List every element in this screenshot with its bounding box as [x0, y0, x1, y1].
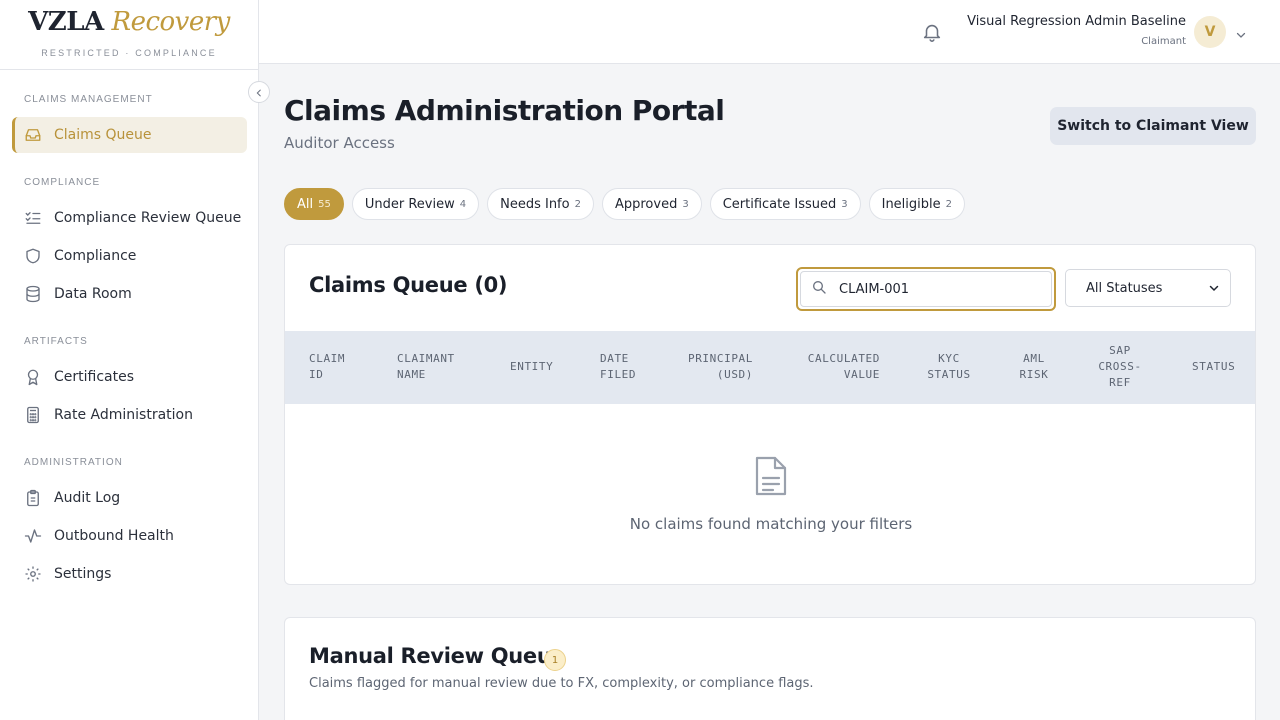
pulse-icon [24, 527, 42, 545]
sidebar-item-label: Claims Queue [54, 127, 152, 143]
database-icon [24, 285, 42, 303]
page-subtitle: Auditor Access [284, 134, 395, 152]
tab-certificate-issued[interactable]: Certificate Issued 3 [709, 188, 861, 220]
column-header-date-filed[interactable]: DATE FILED [600, 351, 636, 383]
status-filter-value: All Statuses [1086, 280, 1163, 296]
column-header-kyc-status[interactable]: KYC STATUS [919, 351, 979, 383]
chevron-down-icon [1208, 282, 1220, 298]
column-header-calculated-value[interactable]: CALCULATED VALUE [790, 351, 880, 383]
tab-label: Needs Info [500, 196, 570, 212]
status-filter-select[interactable]: All Statuses [1065, 269, 1231, 307]
tab-count: 2 [574, 198, 581, 210]
tab-label: Approved [614, 196, 678, 212]
table-header: CLAIM ID CLAIMANT NAME ENTITY DATE FILED… [285, 331, 1255, 404]
tab-label: Ineligible [881, 196, 941, 212]
nav-section-administration: ADMINISTRATION [24, 457, 123, 468]
status-tabs: All 55 Under Review 4 Needs Info 2 Approved… [284, 188, 966, 220]
sidebar: VZLA Recovery RESTRICTED · COMPLIANCE CL… [0, 0, 259, 720]
user-name: Visual Regression Admin Baseline [967, 14, 1186, 29]
search-input[interactable] [839, 281, 1019, 297]
tab-count: 4 [459, 198, 467, 210]
shield-icon [24, 247, 42, 265]
column-header-sap-cross-ref[interactable]: SAP CROSS- REF [1085, 343, 1155, 391]
empty-state-message: No claims found matching your filters [629, 515, 913, 533]
sidebar-item-label: Outbound Health [54, 528, 174, 544]
column-header-principal[interactable]: PRINCIPAL (USD) [675, 351, 753, 383]
top-bar: Visual Regression Admin Baseline Claiman… [259, 0, 1280, 64]
tab-needs-info[interactable]: Needs Info 2 [487, 188, 594, 220]
avatar[interactable]: V [1194, 16, 1226, 48]
notifications-bell-icon[interactable] [921, 21, 943, 47]
column-header-claimant-name[interactable]: CLAIMANT NAME [397, 351, 455, 383]
nav-section-claims-management: CLAIMS MANAGEMENT [24, 94, 153, 105]
tab-count: 3 [841, 198, 848, 210]
sidebar-item-label: Certificates [54, 369, 135, 385]
user-role: Claimant [1141, 36, 1186, 47]
column-header-entity[interactable]: ENTITY [510, 359, 553, 375]
chevron-left-icon [254, 83, 264, 102]
brand-logo-accent: Recovery [111, 7, 231, 37]
collapse-sidebar-button[interactable] [248, 81, 270, 103]
tab-label: All [297, 196, 314, 212]
column-header-status[interactable]: STATUS [1192, 359, 1235, 375]
sidebar-item-label: Compliance Review Queue [54, 210, 242, 226]
brand-logo[interactable]: VZLA Recovery [0, 6, 258, 38]
sidebar-item-claims-queue[interactable]: Claims Queue [12, 117, 247, 153]
tab-under-review[interactable]: Under Review 4 [351, 188, 480, 220]
sidebar-item-settings[interactable]: Settings [12, 556, 247, 592]
tab-ineligible[interactable]: Ineligible 2 [868, 188, 966, 220]
tab-label: Under Review [364, 196, 455, 212]
sidebar-item-label: Audit Log [54, 490, 121, 506]
search-icon [811, 279, 827, 299]
manual-review-description: Claims flagged for manual review due to … [309, 676, 814, 691]
column-header-aml-risk[interactable]: AML RISK [1007, 351, 1061, 383]
inbox-icon [24, 126, 42, 144]
switch-to-claimant-view-button[interactable]: Switch to Claimant View [1050, 107, 1256, 145]
tab-approved[interactable]: Approved 3 [601, 188, 702, 220]
tab-count: 55 [318, 198, 331, 210]
sidebar-item-rate-administration[interactable]: Rate Administration [12, 397, 247, 433]
chevron-down-icon[interactable] [1235, 26, 1247, 45]
sidebar-item-label: Data Room [54, 286, 132, 302]
tab-count: 2 [945, 198, 953, 210]
claims-queue-title: Claims Queue (0) [309, 273, 508, 297]
sidebar-item-audit-log[interactable]: Audit Log [12, 480, 247, 516]
clipboard-icon [24, 489, 42, 507]
brand: VZLA Recovery RESTRICTED · COMPLIANCE [0, 0, 258, 70]
sidebar-item-compliance[interactable]: Compliance [12, 238, 247, 274]
sidebar-item-outbound-health[interactable]: Outbound Health [12, 518, 247, 554]
brand-logo-text: VZLA [28, 7, 104, 37]
sidebar-item-compliance-review-queue[interactable]: Compliance Review Queue [12, 200, 247, 236]
calculator-icon [24, 406, 42, 424]
nav-section-artifacts: ARTIFACTS [24, 336, 88, 347]
award-icon [24, 368, 42, 386]
gear-icon [24, 565, 42, 583]
tab-count: 3 [682, 198, 689, 210]
manual-review-card: Manual Review Queue 1 Claims flagged for… [284, 617, 1256, 720]
manual-review-count-badge: 1 [544, 649, 566, 671]
column-header-claim-id[interactable]: CLAIM ID [309, 351, 345, 383]
brand-subtitle: RESTRICTED · COMPLIANCE [41, 48, 217, 58]
tab-all[interactable]: All 55 [284, 188, 344, 220]
sidebar-item-data-room[interactable]: Data Room [12, 276, 247, 312]
checklist-icon [24, 209, 42, 227]
sidebar-item-label: Settings [54, 566, 112, 582]
search-field[interactable] [796, 267, 1056, 311]
page-title: Claims Administration Portal [284, 94, 725, 127]
sidebar-item-label: Rate Administration [54, 407, 193, 423]
nav-section-compliance: COMPLIANCE [24, 177, 101, 188]
document-icon [753, 455, 789, 501]
tab-label: Certificate Issued [722, 196, 837, 212]
sidebar-item-certificates[interactable]: Certificates [12, 359, 247, 395]
sidebar-item-label: Compliance [54, 248, 137, 264]
claims-queue-card: Claims Queue (0) All Statuses CLAIM ID C… [284, 244, 1256, 585]
manual-review-title: Manual Review Queue [309, 644, 566, 668]
